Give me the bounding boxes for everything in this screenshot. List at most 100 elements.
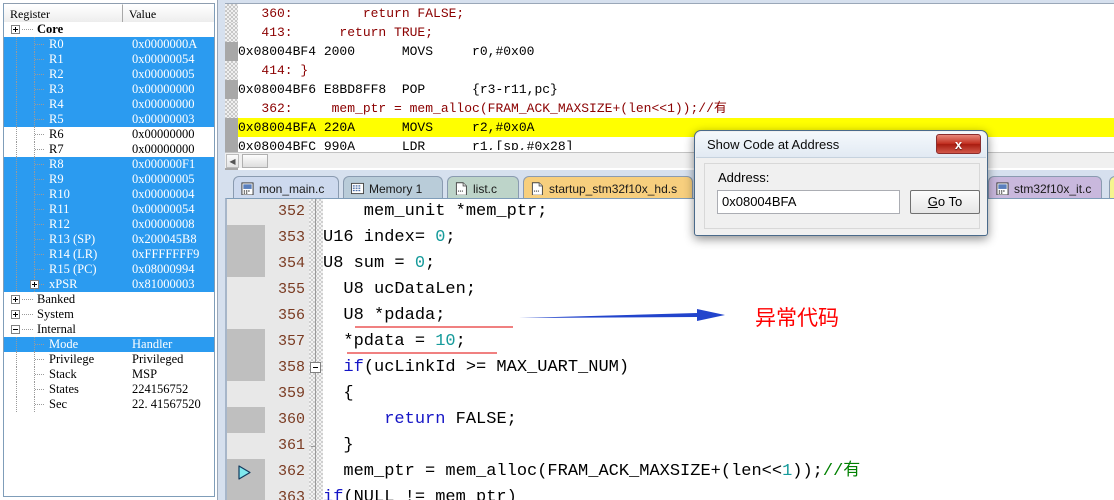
register-group-system[interactable]: System: [4, 307, 214, 322]
executable-line-marker[interactable]: [227, 329, 265, 355]
register-value: 0x00000004: [132, 187, 195, 201]
line-number: 354: [277, 255, 305, 272]
scroll-left-arrow-icon[interactable]: ◀: [226, 154, 239, 168]
disassembly-listing[interactable]: 360: return FALSE; 413: return TRUE; 0x08…: [238, 4, 1114, 150]
register-row[interactable]: Privilege Privileged: [4, 352, 214, 367]
disassembly-source-line[interactable]: 362: mem_ptr = mem_alloc(FRAM_ACK_MAXSIZ…: [238, 99, 1114, 118]
editor-fold-gutter[interactable]: [309, 199, 323, 500]
scrollbar-thumb[interactable]: [242, 154, 268, 168]
code-line[interactable]: U8 ucDataLen;: [323, 277, 1114, 303]
code-line[interactable]: mem_ptr = mem_alloc(FRAM_ACK_MAXSIZE+(le…: [323, 459, 1114, 485]
executable-line-marker[interactable]: [227, 225, 265, 251]
expand-icon[interactable]: [11, 295, 20, 304]
code-line[interactable]: if(ucLinkId >= MAX_UART_NUM): [323, 355, 1114, 381]
register-row[interactable]: R9 0x00000005: [4, 172, 214, 187]
register-row[interactable]: R8 0x000000F1: [4, 157, 214, 172]
register-value: 0x00000005: [132, 67, 195, 81]
disassembly-code-line[interactable]: 0x08004BF6 E8BD8FF8 POP {r3-r11,pc}: [238, 80, 1114, 99]
executable-line-marker[interactable]: [227, 355, 265, 381]
current-execution-arrow-icon: [238, 465, 252, 483]
executable-line-marker[interactable]: [227, 251, 265, 277]
collapse-icon[interactable]: [11, 25, 20, 34]
register-value: 224156752: [132, 382, 189, 396]
go-to-button[interactable]: Go To: [910, 190, 980, 214]
executable-line-marker[interactable]: [227, 407, 265, 433]
tab-list-c[interactable]: list.c: [447, 176, 519, 200]
register-name: R4: [49, 97, 64, 111]
disassembly-source-line[interactable]: 360: return FALSE;: [238, 4, 1114, 23]
register-row[interactable]: xPSR 0x81000003: [4, 277, 214, 292]
gutter-marker[interactable]: [225, 61, 238, 80]
register-row[interactable]: R0 0x0000000A: [4, 37, 214, 52]
source-editor[interactable]: 3523533543553563573583593603613623633643…: [225, 198, 1114, 500]
register-row[interactable]: Mode Handler: [4, 337, 214, 352]
code-line[interactable]: U8 sum = 0;: [323, 251, 1114, 277]
register-row[interactable]: R5 0x00000003: [4, 112, 214, 127]
gutter-marker[interactable]: [225, 99, 238, 118]
register-row[interactable]: R4 0x00000000: [4, 97, 214, 112]
register-row[interactable]: R12 0x00000008: [4, 217, 214, 232]
column-header-register[interactable]: Register: [4, 4, 123, 22]
disassembly-source-line[interactable]: 414: }: [238, 61, 1114, 80]
show-code-at-address-dialog[interactable]: Show Code at Address x Address: 0x08004B…: [694, 130, 988, 236]
register-row[interactable]: R15 (PC) 0x08000994: [4, 262, 214, 277]
line-number: 360: [277, 411, 305, 428]
line-number: 359: [277, 385, 305, 402]
code-line[interactable]: return FALSE;: [323, 407, 1114, 433]
executable-line-marker[interactable]: [227, 485, 265, 500]
register-value: 0x81000003: [132, 277, 195, 291]
dialog-title-bar[interactable]: Show Code at Address x: [696, 132, 986, 158]
collapse-icon[interactable]: [11, 325, 20, 334]
register-row[interactable]: R7 0x00000000: [4, 142, 214, 157]
disassembly-code-line[interactable]: 0x08004BF4 2000 MOVS r0,#0x00: [238, 42, 1114, 61]
editor-breakpoint-margin[interactable]: [227, 199, 265, 500]
gutter-marker[interactable]: [225, 23, 238, 42]
expand-icon[interactable]: [30, 280, 39, 289]
register-name: R2: [49, 67, 64, 81]
tab-memory-1[interactable]: Memory 1: [343, 176, 443, 200]
line-number: 355: [277, 281, 305, 298]
address-label: Address:: [718, 170, 770, 185]
register-row[interactable]: R3 0x00000000: [4, 82, 214, 97]
fold-toggle-icon[interactable]: [310, 362, 321, 373]
close-icon[interactable]: x: [936, 134, 981, 154]
register-name: R5: [49, 112, 64, 126]
gutter-marker[interactable]: [225, 80, 238, 99]
register-group-banked[interactable]: Banked: [4, 292, 214, 307]
line-number: 352: [277, 203, 305, 220]
tab-mon-main-c[interactable]: mon_main.c: [233, 176, 339, 200]
code-line[interactable]: {: [323, 381, 1114, 407]
register-row[interactable]: R1 0x00000054: [4, 52, 214, 67]
editor-code-area[interactable]: mem_unit *mem_ptr; U16 index= 0; U8 sum = …: [323, 199, 1114, 500]
disassembly-source-line[interactable]: 413: return TRUE;: [238, 23, 1114, 42]
expand-icon[interactable]: [11, 310, 20, 319]
register-panel: Register Value Core R0 0x0000000A R1 0x00000…: [0, 0, 218, 500]
register-value: MSP: [132, 367, 158, 381]
register-row[interactable]: R2 0x00000005: [4, 67, 214, 82]
register-row[interactable]: R10 0x00000004: [4, 187, 214, 202]
tab-stm32f10x-it-c[interactable]: stm32f10x_it.c: [988, 176, 1102, 200]
address-input[interactable]: 0x08004BFA: [717, 190, 900, 214]
register-row[interactable]: R14 (LR) 0xFFFFFFF9: [4, 247, 214, 262]
register-row[interactable]: Stack MSP: [4, 367, 214, 382]
register-group-core[interactable]: Core: [4, 22, 214, 37]
gutter-marker[interactable]: [225, 42, 238, 61]
asm-file-icon: [531, 181, 544, 196]
register-group-internal[interactable]: Internal: [4, 322, 214, 337]
column-header-value[interactable]: Value: [122, 4, 214, 22]
tab-unnamed-6[interactable]: [1109, 176, 1114, 200]
disassembly-gutter[interactable]: [225, 4, 238, 175]
register-tree[interactable]: Register Value Core R0 0x0000000A R1 0x00000…: [3, 3, 215, 497]
code-line[interactable]: if(NULL != mem_ptr): [323, 485, 1114, 500]
register-row[interactable]: R13 (SP) 0x200045B8: [4, 232, 214, 247]
register-value: 0x200045B8: [132, 232, 197, 246]
gutter-marker[interactable]: [225, 118, 238, 137]
tab-startup-stm32f10x-hd-s[interactable]: startup_stm32f10x_hd.s: [523, 176, 693, 200]
register-row[interactable]: States 224156752: [4, 382, 214, 397]
tab-label: startup_stm32f10x_hd.s: [549, 181, 678, 196]
code-line[interactable]: }: [323, 433, 1114, 459]
register-row[interactable]: Sec 22. 41567520: [4, 397, 214, 412]
register-row[interactable]: R6 0x00000000: [4, 127, 214, 142]
register-row[interactable]: R11 0x00000054: [4, 202, 214, 217]
gutter-marker[interactable]: [225, 4, 238, 23]
